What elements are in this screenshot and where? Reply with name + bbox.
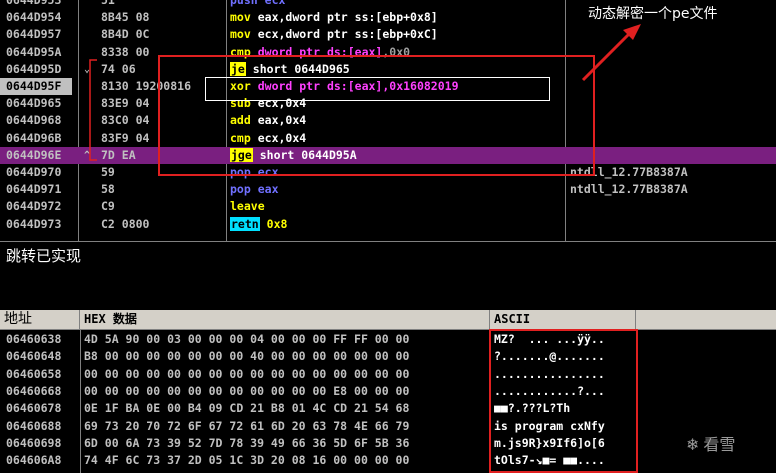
disasm-address: 0644D968 <box>6 113 62 128</box>
mnemonic: pop <box>230 182 251 197</box>
jump-arrow-graph <box>89 59 97 161</box>
disasm-address: 0644D96E <box>6 147 62 162</box>
dump-address: 06460678 <box>6 401 62 416</box>
dump-hex-bytes: 0E 1F BA 0E 00 B4 09 CD 21 B8 01 4C CD 2… <box>84 401 410 416</box>
disasm-address: 0644D95D <box>6 61 62 76</box>
dump-hex-bytes: 00 00 00 00 00 00 00 00 00 00 00 00 00 0… <box>84 366 410 381</box>
dump-row[interactable]: 064606A8 74 4F 6C 73 37 2D 05 1C 3D 20 08… <box>0 452 776 469</box>
disasm-instruction: leave <box>230 198 265 215</box>
disasm-address: 0644D971 <box>6 182 62 197</box>
dump-address: 06460638 <box>6 332 62 346</box>
dump-address: 06460658 <box>6 366 62 381</box>
disasm-bytes: 58 <box>101 182 115 197</box>
operand: eax <box>257 182 279 197</box>
disasm-bytes: 74 06 <box>101 61 136 76</box>
disasm-bytes: C9 <box>101 199 115 214</box>
disasm-bytes: 8B4D 0C <box>101 27 150 42</box>
dump-hex-bytes: 69 73 20 70 72 6F 67 72 61 6D 20 63 78 4… <box>84 418 410 433</box>
dump-row[interactable]: 06460688 69 73 20 70 72 6F 67 72 61 6D 20… <box>0 418 776 435</box>
disasm-bytes: 51 <box>101 0 115 7</box>
disasm-address: 0644D96B <box>6 130 62 145</box>
watermark: ❄ 看雪 <box>686 431 735 455</box>
annotation-arrow-icon <box>581 24 641 82</box>
dump-row[interactable]: 06460648 B8 00 00 00 00 00 00 00 40 00 00… <box>0 348 776 365</box>
snowflake-icon: ❄ <box>686 435 700 454</box>
disasm-bytes: 7D EA <box>101 147 136 162</box>
disasm-bytes: 83F9 04 <box>101 130 150 145</box>
disasm-bytes: C2 0800 <box>101 216 150 231</box>
disassembly-pane[interactable]: 0644D953 51 push ecx 0644D954 8B45 08 mov eax… <box>0 0 776 241</box>
dump-address: 06460688 <box>6 418 62 433</box>
dump-hex-bytes: 74 4F 6C 73 37 2D 05 1C 3D 20 08 16 00 0… <box>84 453 410 468</box>
disasm-bytes: 8B45 08 <box>101 10 150 25</box>
dump-address: 064606A8 <box>6 453 62 468</box>
disasm-address: 0644D972 <box>6 199 62 214</box>
disasm-address: 0644D965 <box>6 96 62 111</box>
dump-hex-bytes: 4D 5A 90 00 03 00 00 00 04 00 00 00 FF F… <box>84 332 410 346</box>
dump-header: 地址 HEX 数据 ASCII <box>0 310 776 330</box>
disasm-row[interactable]: 0644D971 58 pop eax ntdll_12.77B8387A <box>0 181 776 198</box>
operand: ecx <box>264 0 286 7</box>
dump-address: 06460668 <box>6 383 62 398</box>
disasm-row[interactable]: 0644D957 8B4D 0C mov ecx,dword ptr ss:[ebp… <box>0 26 776 43</box>
disasm-address: 0644D95F <box>6 79 62 93</box>
column-header-hex[interactable]: HEX 数据 <box>80 310 490 329</box>
disasm-address: 0644D957 <box>6 27 62 42</box>
disasm-instruction: retn 0x8 <box>230 216 287 233</box>
disasm-bytes: 83C0 04 <box>101 113 150 128</box>
disasm-row[interactable]: 0644D973 C2 0800 retn 0x8 <box>0 216 776 233</box>
disasm-address: 0644D953 <box>6 0 62 7</box>
dump-address: 06460648 <box>6 349 62 364</box>
dump-address: 06460698 <box>6 435 62 450</box>
disasm-instruction: mov ecx,dword ptr ss:[ebp+0xC] <box>230 26 438 43</box>
disasm-bytes: 83E9 04 <box>101 96 150 111</box>
disasm-address: 0644D954 <box>6 10 62 25</box>
dump-hex-bytes: 00 00 00 00 00 00 00 00 00 00 00 00 E8 0… <box>84 383 410 398</box>
dump-row[interactable]: 06460658 00 00 00 00 00 00 00 00 00 00 00… <box>0 366 776 383</box>
disasm-address: 0644D973 <box>6 216 62 231</box>
column-header-ascii[interactable]: ASCII <box>490 310 636 329</box>
dump-row[interactable]: 06460668 00 00 00 00 00 00 00 00 00 00 00… <box>0 383 776 400</box>
disasm-instruction: push ecx <box>230 0 285 9</box>
disasm-row[interactable]: 0644D972 C9 leave <box>0 198 776 215</box>
mnemonic: retn <box>230 216 260 231</box>
disasm-instruction: mov eax,dword ptr ss:[ebp+0x8] <box>230 9 438 26</box>
mnemonic: push <box>230 0 258 7</box>
dump-hex-bytes: 6D 00 6A 73 39 52 7D 78 39 49 66 36 5D 6… <box>84 435 410 450</box>
ascii-highlight-box <box>489 329 638 473</box>
dump-hex-bytes: B8 00 00 00 00 00 00 00 40 00 00 00 00 0… <box>84 349 410 364</box>
mnemonic: mov <box>230 10 251 25</box>
disasm-bytes: 8338 00 <box>101 44 150 59</box>
column-header-address[interactable]: 地址 <box>0 310 80 329</box>
operand: ecx,dword ptr ss:[ebp+0xC] <box>257 27 438 42</box>
operand: 0x8 <box>266 216 288 231</box>
dump-row[interactable]: 06460698 6D 00 6A 73 39 52 7D 78 39 49 66… <box>0 435 776 452</box>
jump-status-text: 跳转已实现 <box>6 247 82 265</box>
disasm-comment: ntdll_12.77B8387A <box>570 182 688 197</box>
mnemonic: mov <box>230 27 251 42</box>
disasm-address: 0644D970 <box>6 165 62 179</box>
disasm-address: 0644D95A <box>6 44 62 59</box>
operand: eax,dword ptr ss:[ebp+0x8] <box>257 10 438 25</box>
decrypt-loop-highlight-box <box>158 55 595 176</box>
dump-row[interactable]: 06460638 4D 5A 90 00 03 00 00 00 04 00 00… <box>0 331 776 348</box>
dump-row[interactable]: 06460678 0E 1F BA 0E 00 B4 09 CD 21 B8 01… <box>0 400 776 417</box>
mnemonic: leave <box>230 199 265 214</box>
watermark-text: 看雪 <box>703 435 736 454</box>
info-pane: 跳转已实现 <box>0 241 776 310</box>
disasm-instruction: pop eax <box>230 181 279 198</box>
disasm-bytes: 59 <box>101 165 115 179</box>
memory-dump-pane[interactable]: 地址 HEX 数据 ASCII 06460638 4D 5A 90 00 03 0… <box>0 310 776 473</box>
